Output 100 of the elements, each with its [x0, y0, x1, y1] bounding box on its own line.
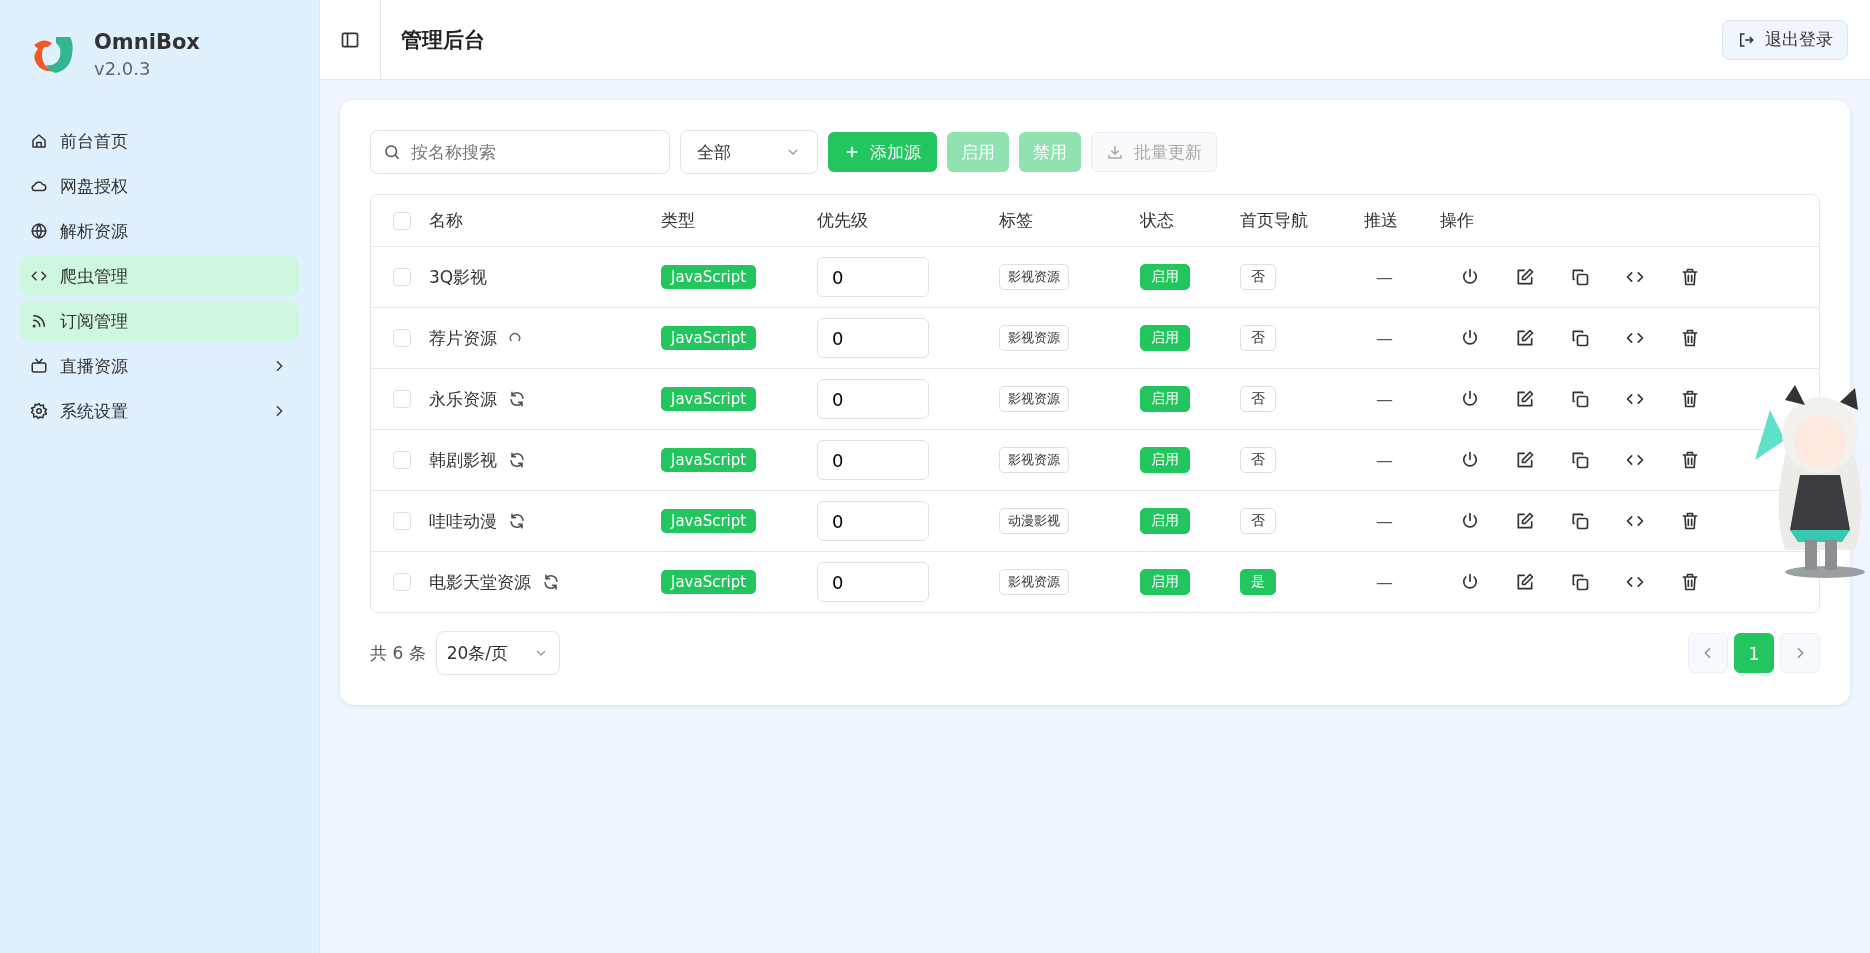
- sidebar-item[interactable]: 解析资源: [20, 211, 299, 251]
- status-badge: 启用: [1140, 569, 1190, 595]
- power-icon[interactable]: [1460, 572, 1480, 592]
- delete-icon[interactable]: [1680, 511, 1700, 531]
- sidebar-item[interactable]: 系统设置: [20, 391, 299, 431]
- power-icon[interactable]: [1460, 450, 1480, 470]
- sidebar-item[interactable]: 网盘授权: [20, 166, 299, 206]
- status-badge: 启用: [1140, 447, 1190, 473]
- edit-icon[interactable]: [1515, 328, 1535, 348]
- copy-icon[interactable]: [1570, 450, 1590, 470]
- tag-badge: 影视资源: [999, 386, 1069, 412]
- copy-icon[interactable]: [1570, 389, 1590, 409]
- refresh-icon[interactable]: [507, 389, 527, 409]
- row-checkbox[interactable]: [393, 268, 411, 286]
- type-badge: JavaScript: [661, 570, 757, 594]
- select-all-checkbox[interactable]: [393, 211, 411, 230]
- app-name: OmniBox: [94, 30, 200, 54]
- source-name: 永乐资源: [429, 387, 497, 411]
- settings-icon: [30, 402, 48, 420]
- delete-icon[interactable]: [1680, 389, 1700, 409]
- edit-icon[interactable]: [1515, 450, 1535, 470]
- copy-icon[interactable]: [1570, 328, 1590, 348]
- source-name: 电影天堂资源: [429, 570, 531, 594]
- delete-icon[interactable]: [1680, 328, 1700, 348]
- power-icon[interactable]: [1460, 267, 1480, 287]
- type-badge: JavaScript: [661, 387, 757, 411]
- logout-icon: [1737, 30, 1755, 49]
- page-size-dropdown[interactable]: 20条/页: [435, 631, 560, 675]
- column-header: 类型: [661, 209, 695, 232]
- search-field[interactable]: 按名称搜索: [370, 130, 670, 174]
- tag-badge: 动漫影视: [999, 508, 1069, 534]
- download-icon: [1106, 143, 1124, 161]
- power-icon[interactable]: [1460, 511, 1480, 531]
- push-value: —: [1375, 328, 1393, 348]
- home-nav-badge: 否: [1240, 447, 1276, 473]
- push-value: —: [1375, 267, 1393, 287]
- source-name: 哇哇动漫: [429, 509, 497, 533]
- source-name: 韩剧影视: [429, 448, 497, 472]
- copy-icon[interactable]: [1570, 267, 1590, 287]
- copy-icon[interactable]: [1570, 572, 1590, 592]
- delete-icon[interactable]: [1680, 450, 1700, 470]
- priority-field[interactable]: 0: [817, 257, 929, 297]
- type-badge: JavaScript: [661, 509, 757, 533]
- power-icon[interactable]: [1460, 389, 1480, 409]
- priority-field[interactable]: 0: [817, 318, 929, 358]
- status-badge: 启用: [1140, 325, 1190, 351]
- column-header: 优先级: [817, 209, 868, 232]
- row-checkbox[interactable]: [393, 573, 411, 591]
- row-checkbox[interactable]: [393, 512, 411, 530]
- tag-badge: 影视资源: [999, 569, 1069, 595]
- row-checkbox[interactable]: [393, 329, 411, 347]
- type-badge: JavaScript: [661, 326, 757, 350]
- home-nav-badge: 否: [1240, 325, 1276, 351]
- column-header: 操作: [1440, 209, 1474, 232]
- column-header: 标签: [999, 209, 1033, 232]
- globe-icon: [30, 222, 48, 240]
- delete-icon[interactable]: [1680, 572, 1700, 592]
- app-version: v2.0.3: [94, 58, 152, 79]
- edit-icon[interactable]: [1515, 389, 1535, 409]
- sidebar-item[interactable]: 直播资源: [20, 346, 299, 386]
- priority-field[interactable]: 0: [817, 440, 929, 480]
- delete-icon[interactable]: [1680, 267, 1700, 287]
- source-name: 荐片资源: [429, 326, 497, 350]
- copy-icon[interactable]: [1570, 511, 1590, 531]
- refresh-icon[interactable]: [507, 511, 527, 531]
- status-badge: 启用: [1140, 264, 1190, 290]
- home-nav-badge: 否: [1240, 508, 1276, 534]
- home-nav-badge: 否: [1240, 386, 1276, 412]
- sidebar-item[interactable]: 订阅管理: [20, 301, 299, 341]
- row-checkbox[interactable]: [393, 390, 411, 408]
- row-checkbox[interactable]: [393, 451, 411, 469]
- home-nav-badge: 否: [1240, 264, 1276, 290]
- tag-badge: 影视资源: [999, 325, 1069, 351]
- edit-icon[interactable]: [1515, 572, 1535, 592]
- column-header: 名称: [429, 209, 463, 232]
- priority-field[interactable]: 0: [817, 501, 929, 541]
- push-value: —: [1375, 511, 1393, 531]
- home-icon: [30, 132, 48, 150]
- status-badge: 启用: [1140, 508, 1190, 534]
- refresh-icon[interactable]: [541, 572, 561, 592]
- priority-field[interactable]: 0: [817, 379, 929, 419]
- logout-button[interactable]: 退出登录: [1722, 19, 1848, 60]
- refresh-icon[interactable]: [507, 450, 527, 470]
- priority-field[interactable]: 0: [817, 562, 929, 602]
- edit-icon[interactable]: [1515, 267, 1535, 287]
- column-header: 状态: [1140, 209, 1174, 232]
- sidebar-item[interactable]: 爬虫管理: [20, 256, 299, 296]
- type-badge: JavaScript: [661, 265, 757, 289]
- column-header: 推送: [1364, 209, 1398, 232]
- type-filter-dropdown[interactable]: 全部: [680, 130, 818, 174]
- rss-icon: [30, 312, 48, 330]
- status-badge: 启用: [1140, 386, 1190, 412]
- edit-icon[interactable]: [1515, 511, 1535, 531]
- tag-badge: 影视资源: [999, 447, 1069, 473]
- tv-icon: [30, 357, 48, 375]
- sidebar-item[interactable]: 前台首页: [20, 121, 299, 161]
- home-nav-badge: 是: [1240, 569, 1276, 595]
- column-header: 首页导航: [1240, 209, 1308, 232]
- total-count: 共 6 条: [370, 641, 426, 665]
- power-icon[interactable]: [1460, 328, 1480, 348]
